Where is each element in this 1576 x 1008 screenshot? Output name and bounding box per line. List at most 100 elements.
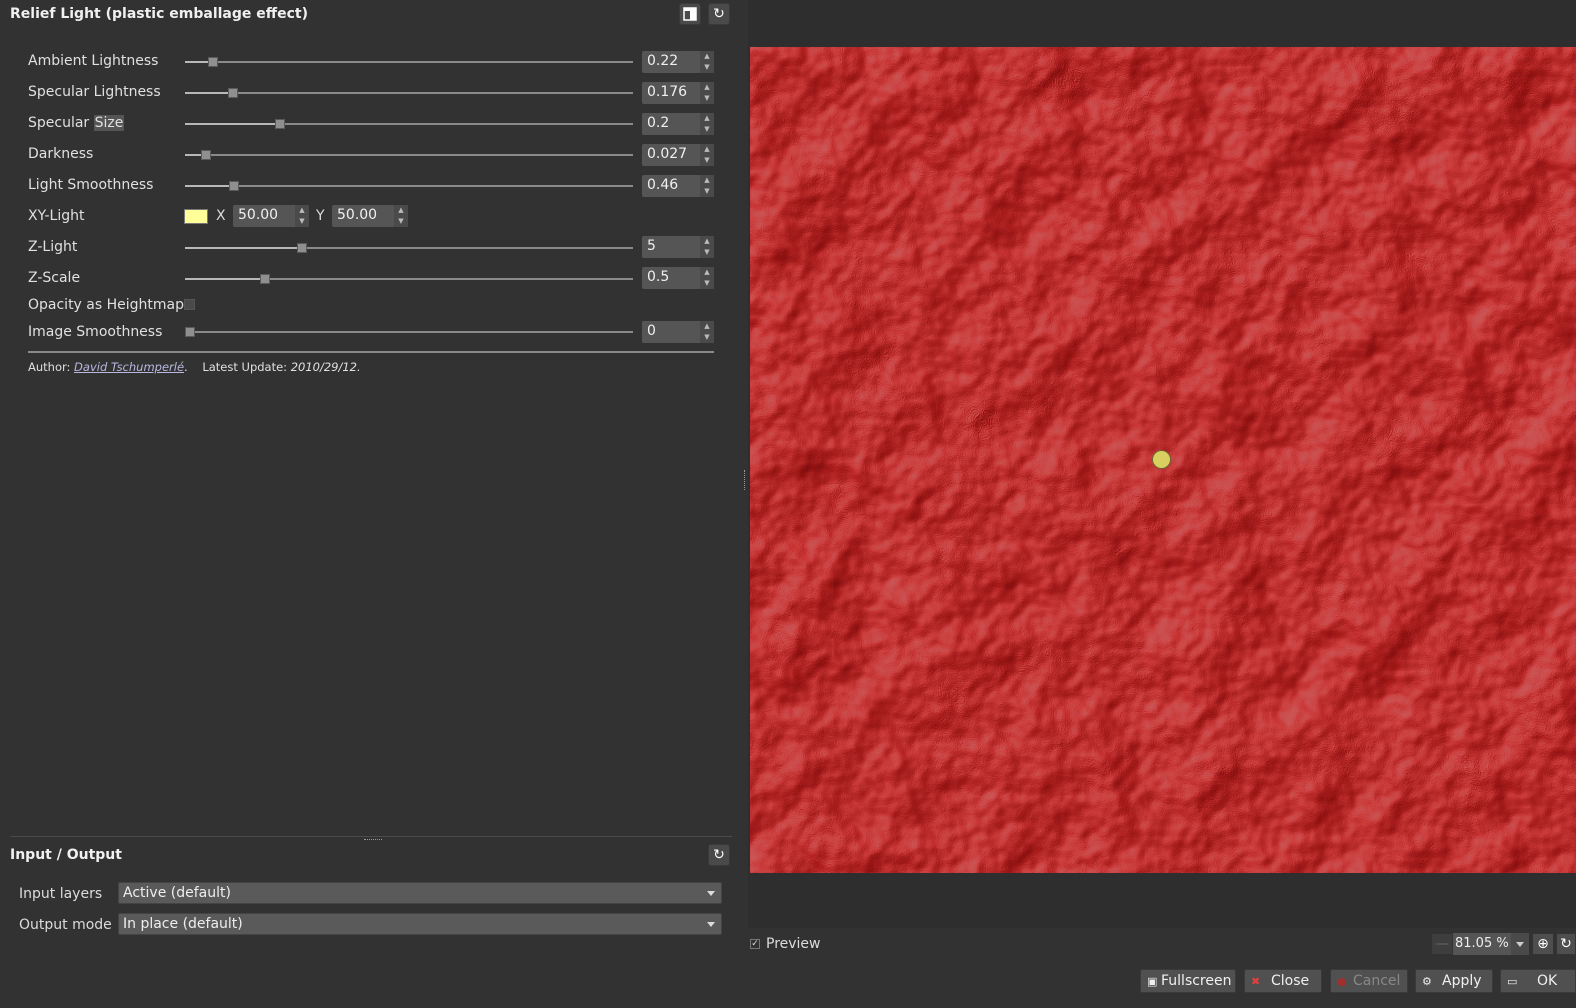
zoom-reset-button[interactable]: ↻ xyxy=(1556,933,1576,955)
vertical-splitter-handle[interactable] xyxy=(744,470,747,490)
specular-size-spinbox[interactable]: 0.2 ▲ ▼ xyxy=(642,113,714,135)
darkness-label: Darkness xyxy=(28,146,94,162)
layout-toggle-button[interactable] xyxy=(679,3,701,25)
y-label: Y xyxy=(316,208,325,224)
z-light-slider[interactable] xyxy=(185,243,633,253)
input-layers-label: Input layers xyxy=(19,886,103,902)
close-button[interactable]: ✖ Close xyxy=(1244,969,1322,993)
spin-up-icon[interactable]: ▲ xyxy=(700,144,714,155)
slider-handle[interactable] xyxy=(201,150,211,160)
specular-lightness-label: Specular Lightness xyxy=(28,84,161,100)
slider-handle[interactable] xyxy=(185,327,195,337)
ambient-lightness-slider[interactable] xyxy=(185,57,633,67)
reset-zoom-icon: ↻ xyxy=(1560,936,1572,952)
specular-lightness-spinbox[interactable]: 0.176 ▲ ▼ xyxy=(642,82,714,104)
zoom-in-button[interactable]: ⊕ xyxy=(1532,933,1554,955)
light-position-handle[interactable] xyxy=(1152,450,1171,469)
output-mode-label: Output mode xyxy=(19,917,112,933)
fullscreen-icon: ▣ xyxy=(1147,975,1158,988)
spin-up-icon[interactable]: ▲ xyxy=(700,51,714,62)
spin-up-icon[interactable]: ▲ xyxy=(700,267,714,278)
gear-icon: ⚙ xyxy=(1422,975,1432,988)
spin-down-icon[interactable]: ▼ xyxy=(700,62,714,73)
author-link[interactable]: David Tschumperlé xyxy=(74,360,184,374)
spin-down-icon[interactable]: ▼ xyxy=(700,278,714,289)
z-light-label: Z-Light xyxy=(28,239,78,255)
slider-handle[interactable] xyxy=(229,181,239,191)
minus-icon: — xyxy=(1435,936,1449,952)
spin-down-icon[interactable]: ▼ xyxy=(700,186,714,197)
spin-up-icon[interactable]: ▲ xyxy=(700,236,714,247)
spin-up-icon[interactable]: ▲ xyxy=(295,205,309,216)
cancel-button[interactable]: ● Cancel xyxy=(1330,969,1408,993)
apply-button[interactable]: ⚙ Apply xyxy=(1415,969,1493,993)
close-icon: ✖ xyxy=(1251,975,1261,988)
slider-handle[interactable] xyxy=(260,274,270,284)
spin-up-icon[interactable]: ▲ xyxy=(700,82,714,93)
update-date: 2010/29/12. xyxy=(290,360,361,374)
refresh-icon: ↻ xyxy=(713,6,725,22)
chevron-down-icon xyxy=(707,891,715,896)
z-scale-label: Z-Scale xyxy=(28,270,81,286)
separator xyxy=(28,351,714,353)
preview-checkbox[interactable]: ✓ xyxy=(750,939,760,949)
image-smoothness-slider[interactable] xyxy=(185,327,633,337)
chevron-down-icon[interactable] xyxy=(1511,933,1529,955)
spin-up-icon[interactable]: ▲ xyxy=(394,205,408,216)
z-scale-slider[interactable] xyxy=(185,274,633,284)
y-position-spinbox[interactable]: 50.00 ▲ ▼ xyxy=(332,205,408,227)
slider-handle[interactable] xyxy=(275,119,285,129)
spin-up-icon[interactable]: ▲ xyxy=(700,113,714,124)
fullscreen-button[interactable]: ▣ Fullscreen xyxy=(1140,969,1236,993)
zoom-in-icon: ⊕ xyxy=(1537,936,1549,952)
spin-down-icon[interactable]: ▼ xyxy=(295,216,309,227)
image-smoothness-label: Image Smoothness xyxy=(28,324,163,340)
refresh-icon: ↻ xyxy=(713,847,725,863)
spin-down-icon[interactable]: ▼ xyxy=(700,332,714,343)
spin-down-icon[interactable]: ▼ xyxy=(700,124,714,135)
spin-down-icon[interactable]: ▼ xyxy=(394,216,408,227)
splitter-handle[interactable] xyxy=(364,839,382,842)
x-position-spinbox[interactable]: 50.00 ▲ ▼ xyxy=(233,205,309,227)
ok-icon: ▭ xyxy=(1507,975,1518,988)
opacity-heightmap-label: Opacity as Heightmap xyxy=(28,297,185,313)
spin-down-icon[interactable]: ▼ xyxy=(700,93,714,104)
input-layers-select[interactable]: Active (default) xyxy=(118,882,722,904)
io-section-title: Input / Output xyxy=(10,847,122,863)
opacity-heightmap-checkbox[interactable] xyxy=(184,299,195,310)
spin-up-icon[interactable]: ▲ xyxy=(700,175,714,186)
zoom-level-field[interactable]: 81.05 % xyxy=(1453,933,1529,955)
darkness-spinbox[interactable]: 0.027 ▲ ▼ xyxy=(642,144,714,166)
specular-lightness-slider[interactable] xyxy=(185,88,633,98)
panel-divider xyxy=(10,836,732,837)
z-scale-spinbox[interactable]: 0.5 ▲ ▼ xyxy=(642,267,714,289)
zoom-out-button[interactable]: — xyxy=(1431,933,1453,955)
reset-io-button[interactable]: ↻ xyxy=(708,844,730,866)
output-mode-select[interactable]: In place (default) xyxy=(118,913,722,935)
xy-light-label: XY-Light xyxy=(28,208,85,224)
light-smoothness-label: Light Smoothness xyxy=(28,177,154,193)
x-label: X xyxy=(216,208,226,224)
image-smoothness-spinbox[interactable]: 0 ▲ ▼ xyxy=(642,321,714,343)
light-smoothness-spinbox[interactable]: 0.46 ▲ ▼ xyxy=(642,175,714,197)
reset-params-button[interactable]: ↻ xyxy=(708,3,730,25)
spin-down-icon[interactable]: ▼ xyxy=(700,155,714,166)
panel-layout-icon xyxy=(683,7,697,21)
chevron-down-icon xyxy=(707,922,715,927)
slider-handle[interactable] xyxy=(297,243,307,253)
darkness-slider[interactable] xyxy=(185,150,633,160)
ok-button[interactable]: ▭ OK xyxy=(1500,969,1576,993)
spin-down-icon[interactable]: ▼ xyxy=(700,247,714,258)
ambient-lightness-spinbox[interactable]: 0.22 ▲ ▼ xyxy=(642,51,714,73)
stop-icon: ● xyxy=(1337,975,1347,988)
light-color-swatch[interactable] xyxy=(184,209,208,224)
z-light-spinbox[interactable]: 5 ▲ ▼ xyxy=(642,236,714,258)
preview-label: Preview xyxy=(766,936,821,952)
filter-title: Relief Light (plastic emballage effect) xyxy=(10,6,308,22)
slider-handle[interactable] xyxy=(208,57,218,67)
light-smoothness-slider[interactable] xyxy=(185,181,633,191)
preview-image[interactable] xyxy=(750,47,1576,873)
slider-handle[interactable] xyxy=(228,88,238,98)
spin-up-icon[interactable]: ▲ xyxy=(700,321,714,332)
specular-size-slider[interactable] xyxy=(185,119,633,129)
